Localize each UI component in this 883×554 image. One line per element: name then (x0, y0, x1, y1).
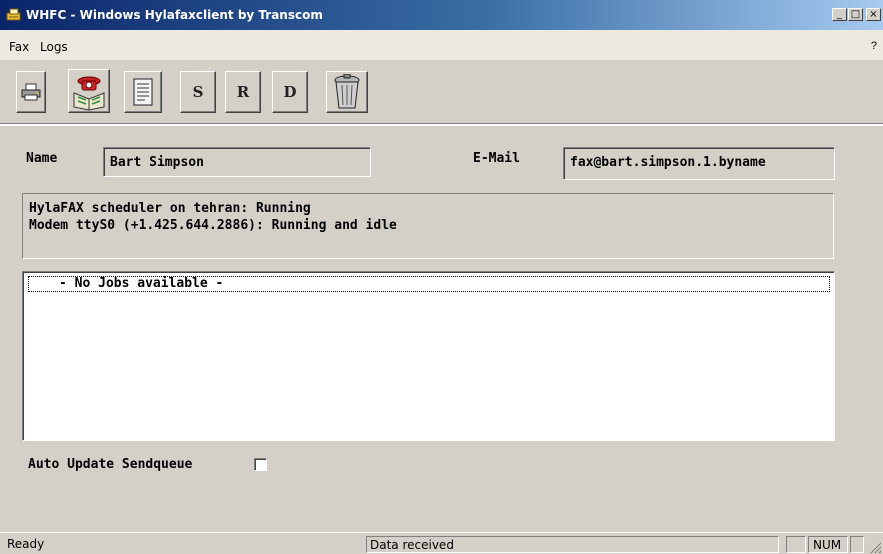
title-bar[interactable]: WHFC - Windows Hylafaxclient by Transcom… (0, 0, 883, 30)
done-queue-label: D (283, 83, 297, 101)
modem-status: Modem ttyS0 (+1.425.644.2886): Running a… (29, 218, 397, 233)
resize-grip[interactable] (869, 541, 881, 553)
status-message: Data received (366, 536, 779, 553)
auto-update-label: Auto Update Sendqueue (28, 457, 193, 472)
close-button[interactable]: × (866, 8, 881, 21)
fax-app-icon (6, 8, 21, 21)
printer-icon (21, 83, 41, 101)
menu-logs[interactable]: Logs (40, 40, 68, 54)
document-icon (133, 78, 153, 106)
status-bar: Ready Data received NUM (0, 532, 883, 554)
trash-icon (334, 74, 360, 109)
list-item[interactable]: - No Jobs available - (28, 276, 830, 292)
toolbar-separator (0, 123, 883, 126)
email-field[interactable]: fax@bart.simpson.1.byname (563, 147, 835, 180)
status-ready: Ready (7, 537, 45, 551)
minimize-button[interactable]: _ (832, 8, 847, 21)
menu-bar: Fax Logs ? (0, 30, 883, 60)
status-scroll (850, 536, 864, 553)
maximize-button[interactable]: □ (848, 8, 863, 21)
scheduler-status: HylaFAX scheduler on tehran: Running (29, 201, 311, 216)
name-label: Name (26, 151, 58, 166)
phonebook-button[interactable] (68, 69, 110, 113)
auto-update-checkbox[interactable] (254, 458, 267, 471)
window-title: WHFC - Windows Hylafaxclient by Transcom (26, 8, 323, 22)
email-label: E-Mail (473, 151, 520, 166)
name-field[interactable]: Bart Simpson (103, 147, 371, 177)
send-queue-label: S (192, 83, 204, 101)
print-button[interactable] (16, 71, 46, 113)
menu-fax[interactable]: Fax (9, 40, 29, 54)
status-caps (786, 536, 806, 553)
toolbar: S R D (10, 63, 388, 121)
app-window: WHFC - Windows Hylafaxclient by Transcom… (0, 0, 883, 554)
job-list[interactable]: - No Jobs available - (22, 271, 835, 441)
server-status-panel: HylaFAX scheduler on tehran: Running Mod… (22, 193, 834, 259)
status-num: NUM (808, 536, 848, 553)
done-queue-button[interactable]: D (272, 71, 308, 113)
receive-queue-label: R (236, 83, 250, 101)
receive-queue-button[interactable]: R (225, 71, 261, 113)
send-queue-button[interactable]: S (180, 71, 216, 113)
delete-button[interactable] (326, 71, 368, 113)
view-log-button[interactable] (124, 71, 162, 113)
phonebook-icon (73, 76, 105, 111)
menu-help[interactable]: ? (871, 40, 877, 52)
